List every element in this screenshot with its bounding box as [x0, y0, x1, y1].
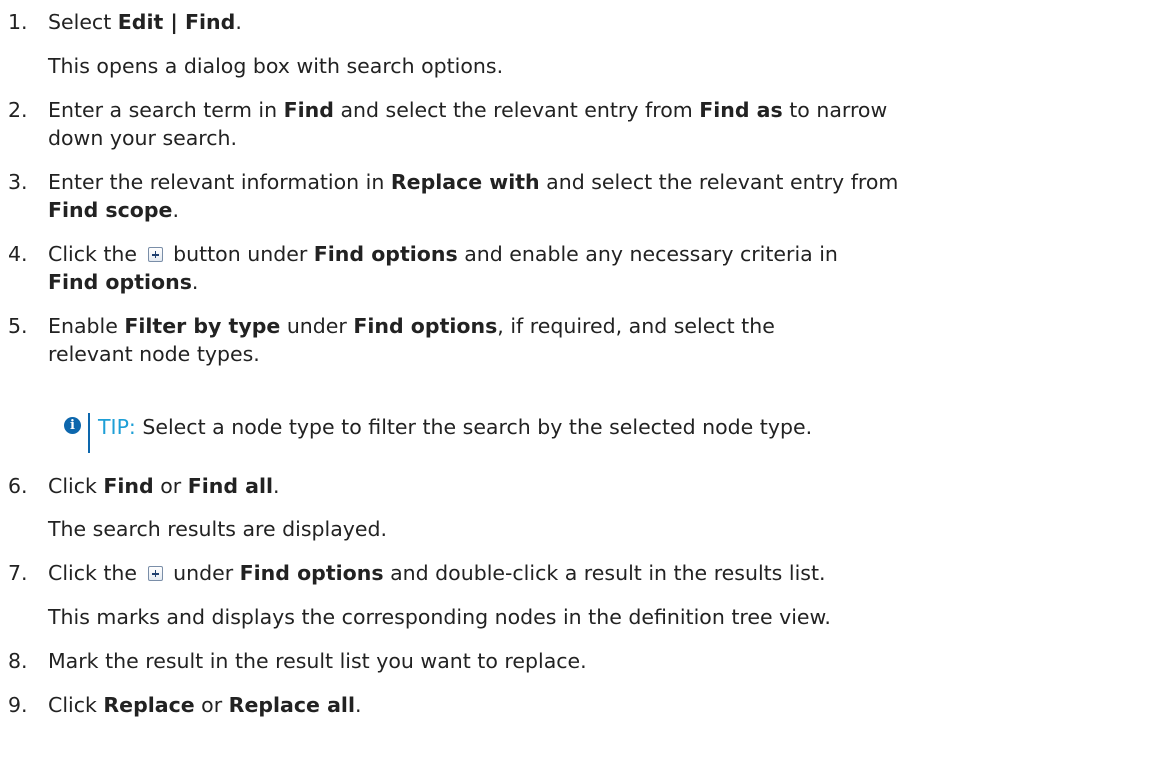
step-text-part: .	[172, 198, 179, 222]
instruction-document: 1. Select Edit | Find. This opens a dial…	[0, 0, 1152, 774]
step-number: 4.	[8, 242, 28, 266]
ui-term: Edit | Find	[117, 10, 236, 34]
step-text-part: or	[153, 474, 188, 498]
step-text-part: Select	[48, 10, 118, 34]
ui-term: Find	[103, 474, 154, 498]
step-text: Enable Filter by type under Find options…	[48, 312, 775, 340]
step-text: Click the under Find options and double-…	[48, 559, 826, 587]
step-number: 9.	[8, 693, 28, 717]
expand-plus-icon	[147, 566, 163, 581]
step-text-part: or	[194, 693, 229, 717]
step-text-part: .	[191, 270, 199, 294]
step-number: 3.	[8, 170, 28, 194]
step-number: 8.	[8, 649, 28, 673]
step-text-part: and select the relevant entry from	[333, 98, 700, 122]
step-text: Enter the relevant information in Replac…	[48, 168, 898, 196]
tip-body: Select a node type to filter the search …	[135, 415, 813, 439]
step-text: Click Find or Find all.	[48, 472, 280, 500]
step-text-part: Click	[48, 474, 104, 498]
ui-term: Find all	[187, 474, 274, 498]
ui-term: Find scope	[48, 198, 173, 222]
tip-divider	[88, 413, 90, 453]
step-text-part: Click the	[48, 561, 138, 585]
step-text-part: Enter a search term in	[48, 98, 284, 122]
step-text-part: and select the relevant entry from	[539, 170, 899, 194]
step-text-part: Click	[48, 693, 104, 717]
step-text: Click Replace or Replace all.	[48, 691, 362, 719]
step-text-continued: down your search.	[48, 126, 238, 150]
ui-term: Find as	[699, 98, 783, 122]
step-text-part: Click the	[48, 242, 138, 266]
step-number: 2.	[8, 98, 28, 122]
step-text-part: button under	[173, 242, 314, 266]
ui-term: Find options	[313, 242, 458, 266]
ui-term: Find options	[353, 314, 498, 338]
ui-term: Find	[283, 98, 334, 122]
step-text-part: , if required, and select the	[497, 314, 775, 338]
tip-label: TIP:	[98, 415, 136, 439]
step-text-part: under	[280, 314, 354, 338]
step-text-part: to narrow	[782, 98, 888, 122]
step-text: Mark the result in the result list you w…	[48, 649, 587, 673]
tip-text: TIP: Select a node type to filter the se…	[98, 413, 812, 441]
step-note: The search results are displayed.	[48, 517, 388, 541]
step-text: Enter a search term in Find and select t…	[48, 96, 887, 124]
step-text-continued: Find options.	[48, 268, 198, 296]
step-text-part: under	[173, 561, 240, 585]
step-text: Select Edit | Find.	[48, 8, 242, 36]
step-text-part: and double-click a result in the results…	[383, 561, 826, 585]
ui-term: Filter by type	[124, 314, 281, 338]
ui-term: Replace with	[390, 170, 540, 194]
expand-plus-icon	[147, 247, 163, 262]
ui-term: Find options	[48, 270, 192, 294]
step-number: 6.	[8, 474, 28, 498]
step-text-part: .	[273, 474, 280, 498]
info-icon: i	[64, 417, 81, 434]
step-text-continued: relevant node types.	[48, 342, 260, 366]
ui-term: Replace all	[228, 693, 355, 717]
step-text-part: .	[354, 693, 362, 717]
step-text: Click the button under Find options and …	[48, 240, 838, 268]
step-note: This marks and displays the correspondin…	[48, 605, 831, 629]
step-number: 5.	[8, 314, 28, 338]
step-note: This opens a dialog box with search opti…	[48, 54, 504, 78]
step-text-continued: Find scope.	[48, 196, 179, 224]
step-text-part: .	[235, 10, 242, 34]
step-text-part: and enable any necessary criteria in	[457, 242, 838, 266]
ui-term: Replace	[103, 693, 195, 717]
step-number: 1.	[8, 10, 28, 34]
step-number: 7.	[8, 561, 28, 585]
ui-term: Find options	[239, 561, 384, 585]
step-text-part: Enter the relevant information in	[48, 170, 391, 194]
step-text-part: Enable	[48, 314, 125, 338]
